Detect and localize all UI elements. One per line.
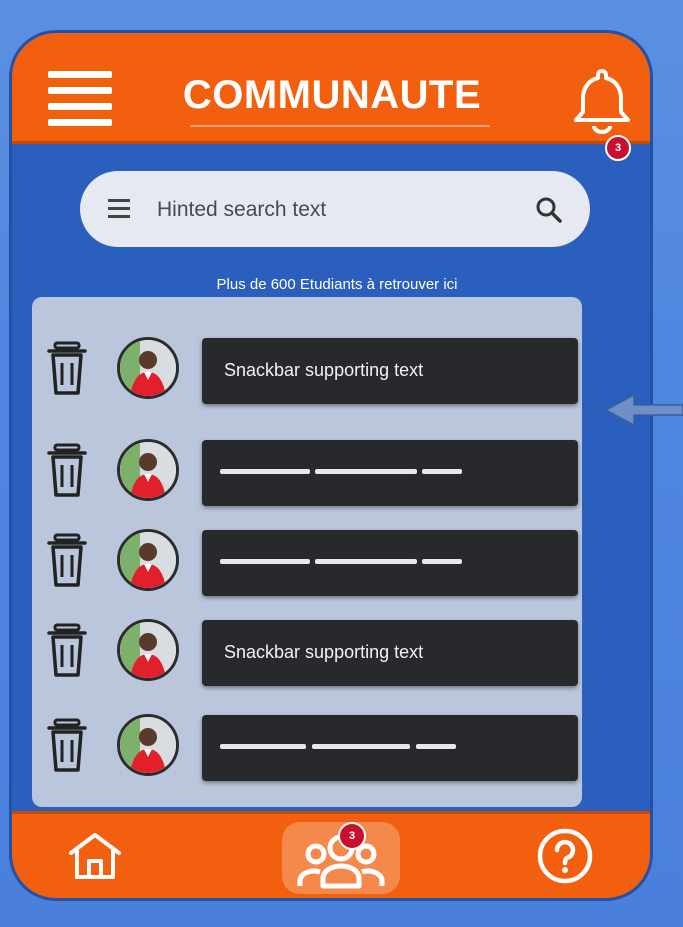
pointer-arrow-icon (606, 393, 683, 427)
trash-icon[interactable] (47, 443, 87, 499)
page-title: COMMUNAUTE (182, 73, 482, 117)
placeholder-line (422, 559, 462, 564)
placeholder-line (312, 744, 410, 749)
list-item (32, 437, 582, 507)
notification-badge: 3 (605, 135, 631, 161)
avatar (117, 619, 179, 681)
hamburger-menu-icon[interactable] (48, 71, 112, 127)
search-bar (80, 171, 590, 247)
home-icon[interactable] (67, 831, 123, 881)
students-count-text: Plus de 600 Etudiants à retrouver ici (216, 276, 458, 293)
list-item (32, 712, 582, 782)
title-underline (190, 125, 490, 127)
trash-icon[interactable] (47, 718, 87, 774)
snackbar-placeholder[interactable] (202, 715, 578, 781)
list-item (32, 527, 582, 597)
bell-icon (574, 69, 630, 134)
placeholder-line (416, 744, 456, 749)
avatar (117, 439, 179, 501)
snackbar-placeholder[interactable] (202, 440, 578, 506)
notification-bell-button[interactable]: 3 (567, 65, 637, 161)
placeholder-line (220, 744, 306, 749)
search-menu-icon[interactable] (108, 199, 130, 219)
avatar (117, 337, 179, 399)
placeholder-line (220, 559, 310, 564)
list-item: Snackbar supporting text (32, 335, 582, 405)
avatar (117, 529, 179, 591)
community-nav-button[interactable]: 3 (282, 822, 400, 894)
search-icon[interactable] (535, 196, 563, 224)
community-badge: 3 (338, 822, 366, 850)
snackbar-text: Snackbar supporting text (224, 360, 424, 380)
top-app-bar: COMMUNAUTE 3 (12, 33, 650, 161)
help-circle-icon[interactable] (536, 827, 594, 885)
avatar (117, 714, 179, 776)
list-item: Snackbar supporting text (32, 617, 582, 687)
app-screen: COMMUNAUTE 3 Plus de 600 Etudiants à ret… (12, 33, 650, 898)
trash-icon[interactable] (47, 341, 87, 397)
placeholder-line (315, 559, 417, 564)
snackbar[interactable]: Snackbar supporting text (202, 338, 578, 404)
snackbar[interactable]: Snackbar supporting text (202, 620, 578, 686)
placeholder-line (220, 469, 310, 474)
snackbar-text: Snackbar supporting text (224, 642, 424, 662)
trash-icon[interactable] (47, 623, 87, 679)
placeholder-line (315, 469, 417, 474)
snackbar-placeholder[interactable] (202, 530, 578, 596)
bottom-navigation: 3 (12, 811, 650, 898)
student-list: Snackbar supporting text Snackbar suppor… (32, 297, 582, 807)
trash-icon[interactable] (47, 533, 87, 589)
placeholder-line (422, 469, 462, 474)
search-input[interactable] (155, 191, 519, 229)
